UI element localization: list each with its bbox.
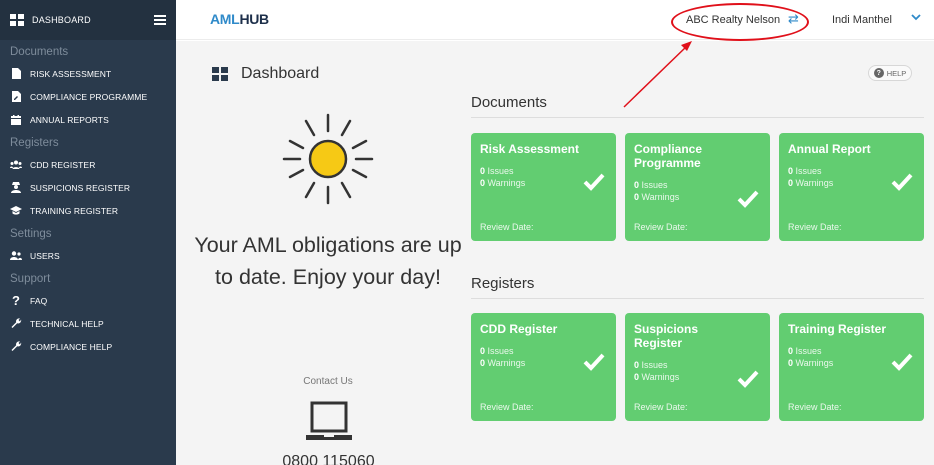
registers-section-title: Registers — [471, 275, 535, 292]
sidebar: DASHBOARD Documents RISK ASSESSMENT COMP… — [0, 0, 176, 465]
laptop-icon — [306, 401, 352, 440]
status-message: Your AML obligations are up to date. Enj… — [194, 233, 462, 289]
card-training-register[interactable]: Training Register 0 Issues 0 Warnings Re… — [779, 313, 924, 421]
sidebar-item-label: ANNUAL REPORTS — [30, 114, 109, 125]
sidebar-item-label: TRAINING REGISTER — [30, 205, 119, 216]
main-content: Dashboard ? HELP Your AML obligations ar… — [176, 41, 934, 465]
card-review-date: Review Date: — [480, 222, 534, 232]
top-bar: AMLHUB ABC Realty Nelson ⇄ Indi Manthel — [176, 0, 934, 41]
user-secret-icon — [10, 182, 22, 193]
calendar-icon — [10, 114, 22, 125]
sun-icon — [282, 113, 374, 205]
card-suspicions-register[interactable]: Suspicions Register 0 Issues 0 Warnings … — [625, 313, 770, 421]
sidebar-item-label: USERS — [30, 250, 60, 261]
sidebar-item-annual-reports[interactable]: ANNUAL REPORTS — [0, 108, 176, 131]
sidebar-dashboard-label[interactable]: DASHBOARD — [32, 15, 154, 25]
sidebar-section-settings: Settings — [10, 228, 52, 240]
checkmark-icon — [583, 173, 605, 191]
card-review-date: Review Date: — [634, 402, 688, 412]
registers-divider — [471, 298, 924, 299]
chevron-down-icon[interactable] — [911, 12, 921, 24]
help-label: HELP — [886, 68, 907, 78]
sidebar-item-compliance-programme[interactable]: COMPLIANCE PROGRAMME — [0, 85, 176, 108]
sidebar-item-label: SUSPICIONS REGISTER — [30, 182, 131, 193]
card-review-date: Review Date: — [480, 402, 534, 412]
users-group-icon — [10, 160, 22, 169]
documents-section-title: Documents — [471, 94, 547, 111]
graduation-cap-icon — [10, 206, 22, 215]
document-edit-icon — [10, 91, 22, 102]
sidebar-item-suspicions-register[interactable]: SUSPICIONS REGISTER — [0, 176, 176, 199]
hamburger-menu-icon[interactable] — [154, 15, 166, 25]
page-title: Dashboard — [241, 65, 320, 82]
card-review-date: Review Date: — [634, 222, 688, 232]
question-icon: ? — [11, 293, 21, 308]
wrench-icon — [10, 341, 22, 352]
page-header: Dashboard — [212, 65, 319, 83]
card-title: Training Register — [788, 322, 887, 336]
checkmark-icon — [737, 370, 759, 388]
card-title: Compliance Programme — [634, 142, 703, 170]
sidebar-section-documents: Documents — [10, 46, 69, 58]
sidebar-item-label: FAQ — [30, 295, 48, 306]
users-icon — [10, 251, 22, 260]
sidebar-item-risk-assessment[interactable]: RISK ASSESSMENT — [0, 62, 176, 85]
document-icon — [10, 68, 22, 79]
user-name[interactable]: Indi Manthel — [832, 14, 892, 26]
sidebar-item-compliance-help[interactable]: COMPLIANCE HELP — [0, 335, 176, 358]
card-compliance-programme[interactable]: Compliance Programme 0 Issues 0 Warnings… — [625, 133, 770, 241]
checkmark-icon — [737, 190, 759, 208]
annotation-highlight-oval — [671, 3, 809, 41]
sidebar-section-registers: Registers — [10, 137, 59, 149]
card-title: Annual Report — [788, 142, 871, 156]
sidebar-item-technical-help[interactable]: TECHNICAL HELP — [0, 312, 176, 335]
sidebar-item-label: COMPLIANCE PROGRAMME — [30, 91, 148, 102]
dashboard-icon — [10, 14, 24, 26]
sidebar-section-support: Support — [10, 273, 51, 285]
sidebar-item-users[interactable]: USERS — [0, 244, 176, 267]
documents-divider — [471, 117, 924, 118]
checkmark-icon — [891, 353, 913, 371]
sidebar-item-label: COMPLIANCE HELP — [30, 341, 113, 352]
dashboard-icon — [212, 67, 228, 81]
card-review-date: Review Date: — [788, 402, 842, 412]
card-review-date: Review Date: — [788, 222, 842, 232]
contact-phone[interactable]: 0800 115060 — [241, 453, 416, 465]
sidebar-item-faq[interactable]: ? FAQ — [0, 289, 176, 312]
checkmark-icon — [891, 173, 913, 191]
card-annual-report[interactable]: Annual Report 0 Issues 0 Warnings Review… — [779, 133, 924, 241]
question-circle-icon: ? — [873, 68, 884, 78]
sidebar-item-label: CDD REGISTER — [30, 159, 96, 170]
contact-us-label: Contact Us — [303, 376, 353, 387]
checkmark-icon — [583, 353, 605, 371]
sidebar-item-label: TECHNICAL HELP — [30, 318, 104, 329]
amlhub-logo[interactable]: AMLHUB — [210, 11, 269, 27]
card-cdd-register[interactable]: CDD Register 0 Issues 0 Warnings Review … — [471, 313, 616, 421]
help-button[interactable]: ? HELP — [868, 65, 912, 81]
wrench-icon — [10, 318, 22, 329]
sidebar-item-label: RISK ASSESSMENT — [30, 68, 112, 79]
sidebar-item-cdd-register[interactable]: CDD REGISTER — [0, 153, 176, 176]
card-title: CDD Register — [480, 322, 558, 336]
card-title: Risk Assessment — [480, 142, 579, 156]
card-risk-assessment[interactable]: Risk Assessment 0 Issues 0 Warnings Revi… — [471, 133, 616, 241]
sidebar-header[interactable]: DASHBOARD — [0, 0, 176, 40]
card-title: Suspicions Register — [634, 322, 699, 350]
sidebar-item-training-register[interactable]: TRAINING REGISTER — [0, 199, 176, 222]
